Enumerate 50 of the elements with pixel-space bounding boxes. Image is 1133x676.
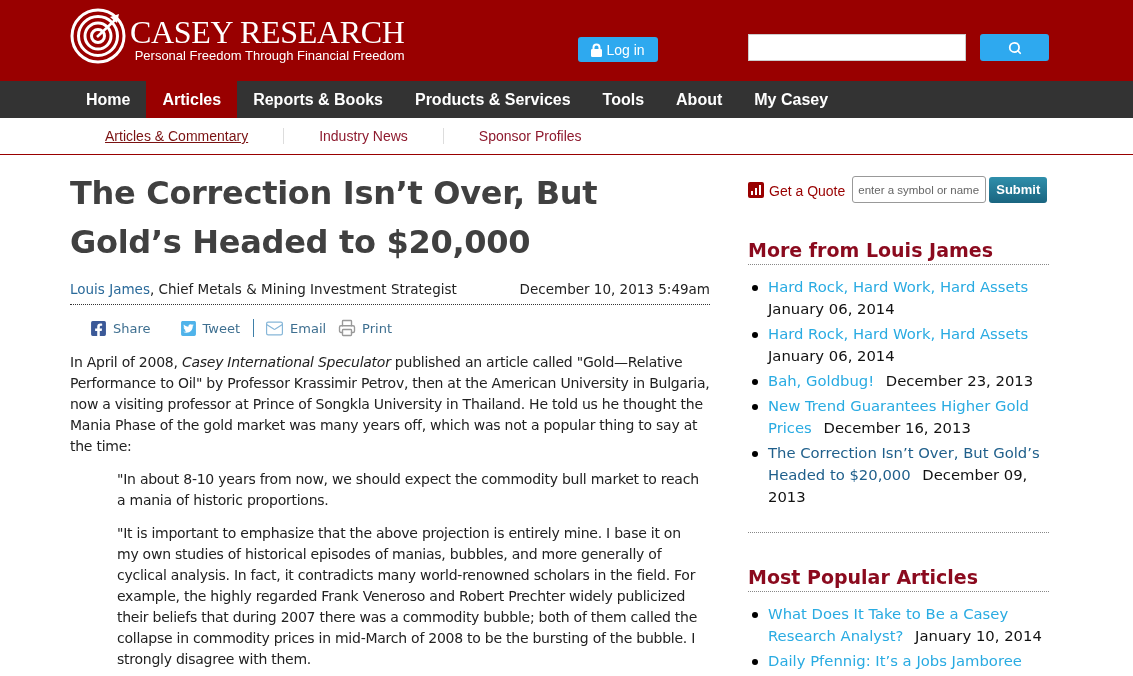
- submit-button[interactable]: Submit: [989, 176, 1048, 203]
- article-entry[interactable]: The Correction Isn’t Over, But Gold’s Headed to $20,000 December 09, 2013: [768, 442, 1049, 508]
- symbol-field[interactable]: enter a symbol or name: [852, 176, 987, 203]
- brand-name: CASEY RESEARCH: [130, 16, 405, 48]
- nav-tab[interactable]: Reports & Books: [237, 81, 399, 118]
- share-link[interactable]: Tweet: [179, 319, 241, 337]
- share-link[interactable]: Email: [265, 318, 327, 338]
- bullet-icon: [752, 379, 758, 385]
- section-heading: More from Louis James: [748, 237, 1049, 265]
- share-link[interactable]: Share: [90, 319, 151, 337]
- bullet-icon: [752, 451, 758, 457]
- printer-icon: [338, 319, 357, 337]
- article-date: December 10, 2013 5:49am: [519, 280, 710, 299]
- author-role: , Chief Metals & Mining Investment Strategist: [149, 281, 457, 297]
- search-button[interactable]: [980, 34, 1049, 61]
- get-quote-label: Get a Quote: [769, 183, 846, 199]
- nav-tab[interactable]: Articles: [146, 81, 238, 118]
- section-heading: Most Popular Articles: [748, 564, 1049, 592]
- bullet-icon: [752, 659, 758, 665]
- twitter-bird-icon: [179, 319, 197, 337]
- subnav-link[interactable]: Articles & Commentary: [70, 128, 284, 144]
- search-icon: [1007, 40, 1022, 55]
- bullet-icon: [752, 285, 758, 291]
- nav-tab[interactable]: Tools: [586, 81, 661, 118]
- article-entry[interactable]: What Does It Take to Be a Casey Research Analyst? January 10, 2014: [768, 603, 1049, 647]
- article-entry[interactable]: Hard Rock, Hard Work, Hard Assets January 06, 2014: [768, 323, 1049, 367]
- tagline: Personal Freedom Through Financial Freedom: [134, 48, 405, 64]
- article-entry[interactable]: New Trend Guarantees Higher Gold Prices December 16, 2013: [768, 395, 1049, 439]
- bullet-icon: [752, 612, 758, 618]
- author-link[interactable]: Louis James: [70, 281, 150, 297]
- subnav-link[interactable]: Industry News: [284, 128, 443, 144]
- article-entry[interactable]: Hard Rock, Hard Work, Hard Assets January 06, 2014: [768, 276, 1049, 320]
- nav-tab[interactable]: My Casey: [738, 81, 845, 118]
- bullet-icon: [752, 332, 758, 338]
- subnav-link[interactable]: Sponsor Profiles: [443, 128, 617, 144]
- quoted-paragraph: "It is important to emphasize that the above projection is entirely mine. I base it on my own studies of historical episodes of manias, bubbles, and more generally of cyclical analysis. In fact, it contradicts many world-renowned scholars in the field. For example, the highly regarded Frank Veneroso and Robert Prechter widely publicized their beliefs that during 2007 there was a commodity bubble; both of them called the collapse in commodity prices in mid-March of 2008 to be the bursting of the bubble. I strongly disagree with them.: [116, 524, 699, 669]
- bar-chart-icon: [748, 181, 764, 198]
- nav-tab[interactable]: Home: [70, 81, 147, 118]
- nav-tab[interactable]: About: [660, 81, 739, 118]
- article-title: The Correction Isn’t Over, But Gold’s Headed to $20,000: [70, 173, 599, 263]
- quoted-paragraph: "In about 8-10 years from now, we should expect the commodity bull market to reach a mania of historic proportions.: [116, 470, 700, 510]
- bullet-icon: [752, 404, 758, 410]
- search-field[interactable]: [748, 34, 966, 61]
- logo-icon: [70, 8, 126, 64]
- article-entry[interactable]: Bah, Goldbug! December 23, 2013: [768, 370, 1049, 392]
- lock-icon: [591, 42, 603, 57]
- nav-tab[interactable]: Products & Services: [398, 81, 587, 118]
- body-paragraph: In April of 2008, Casey International Speculator published an article called "Gold—Relative Performance to Oil" by Professor Krassimir Petrov, then at the American University in Bulgaria, now a visiting professor at Prince of Songkla University in Thailand. He told us he thought the Mania Phase of the gold market was many years off, which was not a popular thing to say at the time:: [70, 353, 710, 456]
- share-link[interactable]: Print: [338, 319, 392, 337]
- facebook-icon: [90, 319, 107, 337]
